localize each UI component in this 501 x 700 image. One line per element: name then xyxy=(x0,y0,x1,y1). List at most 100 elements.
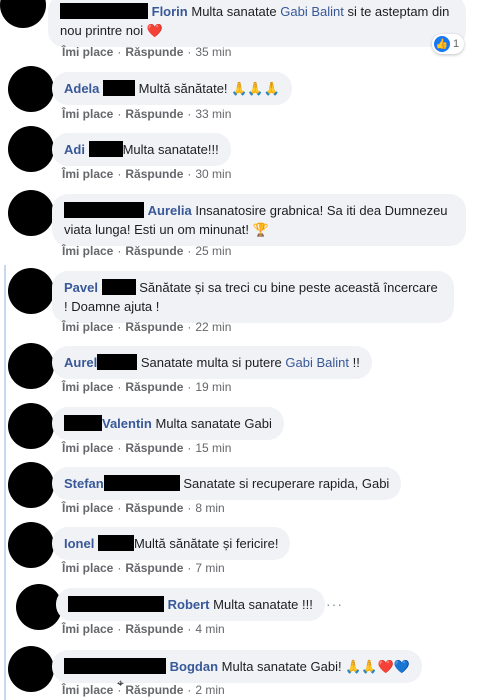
comment-bubble: Aurelia Insanatosire grabnica! Sa iti de… xyxy=(52,194,466,246)
comment-author[interactable]: Pavel xyxy=(64,280,98,295)
comment-text: Multă sănătate! 🙏🙏🙏 xyxy=(138,81,280,96)
comment-text: Multă sănătate și fericire! xyxy=(133,536,279,551)
comment-meta: Îmi place · Răspunde · 35 min xyxy=(62,45,232,59)
comment-bubble: Bogdan Multa sanatate Gabi! 🙏🙏❤️💙 xyxy=(52,650,422,683)
timestamp[interactable]: 15 min xyxy=(195,441,231,455)
comment-text-continued: !! xyxy=(348,355,360,370)
comment-text: Multa sanatate !!! xyxy=(213,597,313,612)
comment-meta: Îmi place · Răspunde · 25 min xyxy=(62,244,232,258)
comment-text: Multa sanatate xyxy=(191,4,281,19)
comment-author[interactable]: Stefan xyxy=(64,476,104,491)
comment-bubble: Aurel Sanatate multa si putere Gabi Bali… xyxy=(52,346,372,379)
reply-thread-line xyxy=(4,265,6,700)
avatar[interactable] xyxy=(16,584,62,630)
redacted-name xyxy=(68,596,164,612)
timestamp[interactable]: 8 min xyxy=(195,501,224,515)
comment-bubble: Ionel Multă sănătate și fericire! xyxy=(52,527,291,560)
timestamp[interactable]: 19 min xyxy=(195,380,231,394)
comment-text: Multa sanatate Gabi! 🙏🙏❤️💙 xyxy=(221,659,410,674)
redacted-name xyxy=(101,279,136,295)
comment-bubble: Stefan Sanatate si recuperare rapida, Ga… xyxy=(52,467,402,500)
comment-author[interactable]: Florin xyxy=(152,4,188,19)
timestamp[interactable]: 7 min xyxy=(195,561,224,575)
avatar[interactable] xyxy=(8,462,54,508)
redacted-name xyxy=(103,80,136,96)
comment-author[interactable]: Adela xyxy=(64,81,99,96)
like-link[interactable]: Îmi place xyxy=(62,622,113,636)
timestamp[interactable]: 4 min xyxy=(195,622,224,636)
avatar[interactable] xyxy=(8,646,54,692)
redacted-name xyxy=(64,415,102,431)
timestamp[interactable]: 35 min xyxy=(195,45,231,59)
reply-link[interactable]: Răspunde xyxy=(125,45,183,59)
reply-link[interactable]: Răspunde xyxy=(125,107,183,121)
avatar[interactable] xyxy=(8,268,54,314)
redacted-name xyxy=(64,658,166,674)
avatar[interactable] xyxy=(8,343,54,389)
avatar[interactable] xyxy=(8,522,54,568)
avatar[interactable] xyxy=(0,0,46,28)
mention-link[interactable]: Gabi Balint xyxy=(280,4,344,19)
comment-meta: Îmi place · Răspunde · 33 min xyxy=(62,107,232,121)
reply-link[interactable]: Răspunde xyxy=(125,380,183,394)
more-options-icon[interactable]: ··· xyxy=(326,596,343,612)
like-link[interactable]: Îmi place xyxy=(62,561,113,575)
like-link[interactable]: Îmi place xyxy=(62,501,113,515)
comment-bubble: Pavel Sănătate și sa treci cu bine peste… xyxy=(52,271,454,323)
comment-author[interactable]: Adi xyxy=(64,142,85,157)
reply-link[interactable]: Răspunde xyxy=(125,683,183,697)
timestamp[interactable]: 33 min xyxy=(195,107,231,121)
avatar[interactable] xyxy=(8,403,54,449)
like-link[interactable]: Îmi place xyxy=(62,45,113,59)
reply-link[interactable]: Răspunde xyxy=(125,622,183,636)
like-link[interactable]: Îmi place xyxy=(62,441,113,455)
reply-link[interactable]: Răspunde xyxy=(125,167,183,181)
timestamp[interactable]: 30 min xyxy=(195,167,231,181)
comment-bubble: Florin Multa sanatate Gabi Balint si te … xyxy=(48,0,466,47)
like-link[interactable]: Îmi place xyxy=(62,320,113,334)
comment-author[interactable]: Aurel xyxy=(64,355,97,370)
like-link[interactable]: Îmi place xyxy=(62,107,113,121)
comment-bubble: Valentin Multa sanatate Gabi xyxy=(52,407,284,440)
comment-meta: Îmi place · Răspunde · 19 min xyxy=(62,380,232,394)
redacted-name xyxy=(97,535,134,551)
heart-emoji: ❤️ xyxy=(146,23,163,38)
avatar[interactable] xyxy=(8,66,54,112)
redacted-name xyxy=(103,475,180,491)
comment-text: Multa sanatate!!! xyxy=(122,142,219,157)
comment-bubble: Robert Multa sanatate !!! xyxy=(56,588,325,621)
comment-author[interactable]: Robert xyxy=(168,597,210,612)
reply-link[interactable]: Răspunde xyxy=(125,501,183,515)
comment-bubble: Adela Multă sănătate! 🙏🙏🙏 xyxy=(52,72,292,105)
comment-meta: Îmi place · Răspunde · 4 min xyxy=(62,622,225,636)
comment-author[interactable]: Bogdan xyxy=(170,659,218,674)
comment-text: Multa sanatate Gabi xyxy=(155,416,272,431)
reaction-count[interactable]: 👍 1 xyxy=(432,34,465,54)
timestamp[interactable]: 25 min xyxy=(195,244,231,258)
reply-link[interactable]: Răspunde xyxy=(125,561,183,575)
redacted-name xyxy=(97,354,138,370)
mention-link[interactable]: Gabi Balint xyxy=(285,355,349,370)
mouse-cursor-icon: ⌖ xyxy=(117,676,124,690)
thumbs-up-icon: 👍 xyxy=(434,36,450,52)
reply-link[interactable]: Răspunde xyxy=(125,441,183,455)
avatar[interactable] xyxy=(8,190,54,236)
like-link[interactable]: Îmi place xyxy=(62,167,113,181)
like-link[interactable]: Îmi place xyxy=(62,380,113,394)
reply-link[interactable]: Răspunde xyxy=(125,320,183,334)
reply-link[interactable]: Răspunde xyxy=(125,244,183,258)
like-link[interactable]: Îmi place xyxy=(62,683,113,697)
comment-meta: Îmi place · Răspunde · 30 min xyxy=(62,167,232,181)
comment-author[interactable]: Aurelia xyxy=(148,203,192,218)
comment-meta: Îmi place · Răspunde · 15 min xyxy=(62,441,232,455)
redacted-name xyxy=(60,3,148,19)
comment-text: Sanatate si recuperare rapida, Gabi xyxy=(183,476,390,491)
comment-meta: Îmi place · Răspunde · 2 min xyxy=(62,683,225,697)
timestamp[interactable]: 2 min xyxy=(195,683,224,697)
comment-author[interactable]: Valentin xyxy=(102,416,152,431)
comment-meta: Îmi place · Răspunde · 8 min xyxy=(62,501,225,515)
like-link[interactable]: Îmi place xyxy=(62,244,113,258)
timestamp[interactable]: 22 min xyxy=(195,320,231,334)
avatar[interactable] xyxy=(8,126,54,172)
comment-author[interactable]: Ionel xyxy=(64,536,94,551)
